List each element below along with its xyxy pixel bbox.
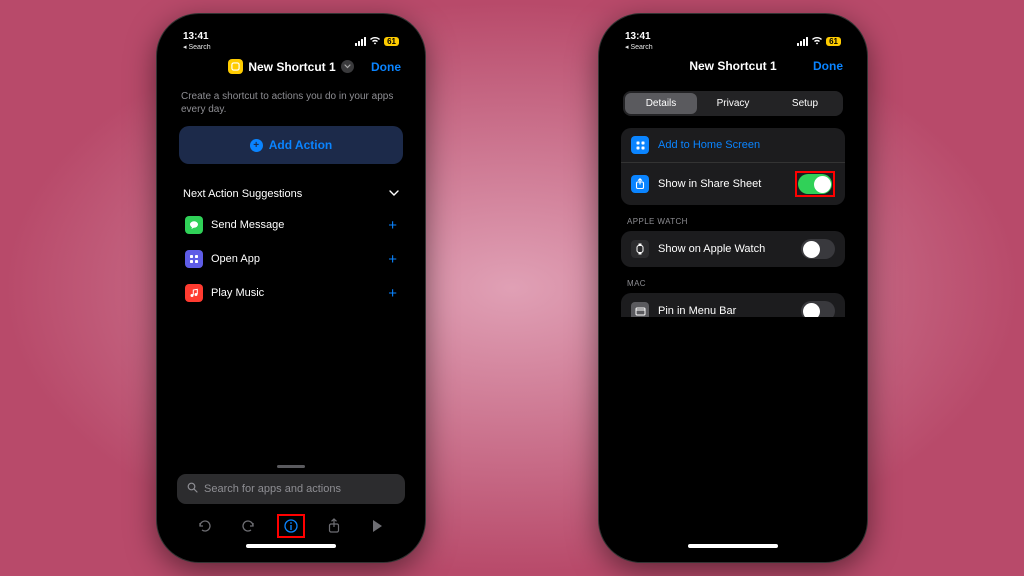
plus-circle-icon: + [250, 139, 263, 152]
menubar-icon [631, 302, 649, 317]
tab-privacy[interactable]: Privacy [697, 93, 769, 114]
pin-menu-toggle[interactable] [801, 301, 835, 317]
music-icon [185, 284, 203, 302]
share-button[interactable] [320, 514, 348, 538]
group-header-mac: MAC [621, 279, 845, 293]
tab-setup[interactable]: Setup [769, 93, 841, 114]
bottom-toolbar [177, 504, 405, 540]
back-to-search[interactable]: ◂ Search [183, 43, 211, 51]
add-icon[interactable]: + [388, 251, 397, 268]
search-icon [187, 482, 198, 496]
home-indicator[interactable] [688, 544, 778, 548]
row-label: Show in Share Sheet [658, 178, 786, 190]
drawer-grabber[interactable] [277, 465, 305, 468]
app-grid-icon [185, 250, 203, 268]
search-placeholder: Search for apps and actions [204, 483, 341, 495]
page-title: New Shortcut 1 [689, 59, 776, 73]
suggestion-row[interactable]: Send Message + [179, 208, 403, 242]
status-time: 13:41 [183, 31, 211, 42]
wifi-icon [369, 36, 381, 47]
row-label: Add to Home Screen [658, 139, 835, 151]
add-icon[interactable]: + [388, 285, 397, 302]
suggestion-label: Send Message [211, 219, 380, 231]
suggestions-header: Next Action Suggestions [183, 188, 302, 200]
home-indicator[interactable] [246, 544, 336, 548]
notch [688, 24, 778, 46]
back-to-search[interactable]: ◂ Search [625, 43, 653, 51]
row-label: Pin in Menu Bar [658, 305, 792, 317]
message-icon [185, 216, 203, 234]
suggestion-label: Open App [211, 253, 380, 265]
row-add-home[interactable]: Add to Home Screen [621, 128, 845, 162]
chevron-down-icon[interactable] [341, 60, 354, 73]
watch-icon [631, 240, 649, 258]
share-sheet-toggle[interactable] [798, 174, 832, 194]
share-sheet-toggle-highlight [795, 171, 835, 197]
row-share-sheet: Show in Share Sheet [621, 162, 845, 205]
row-pin-menu: Pin in Menu Bar [621, 293, 845, 317]
add-icon[interactable]: + [388, 217, 397, 234]
group-watch: Show on Apple Watch [621, 231, 845, 267]
group-mac: Pin in Menu Bar Receive What's Onscreen … [621, 293, 845, 317]
notch [246, 24, 336, 46]
suggestion-row[interactable]: Play Music + [179, 276, 403, 310]
screen-settings: 13:41 ◂ Search 61 New Shortcut 1 Done De… [609, 24, 857, 552]
watch-toggle[interactable] [801, 239, 835, 259]
undo-button[interactable] [191, 514, 219, 538]
group-header-watch: APPLE WATCH [621, 217, 845, 231]
add-action-label: Add Action [269, 138, 333, 152]
page-title: New Shortcut 1 [248, 60, 335, 74]
battery-indicator: 61 [384, 37, 399, 46]
row-label: Show on Apple Watch [658, 243, 792, 255]
nav-header: New Shortcut 1 Done [167, 51, 415, 82]
search-input[interactable]: Search for apps and actions [177, 474, 405, 504]
home-screen-icon [631, 136, 649, 154]
segmented-control: Details Privacy Setup [623, 91, 843, 116]
share-sheet-icon [631, 175, 649, 193]
tab-details[interactable]: Details [625, 93, 697, 114]
row-apple-watch: Show on Apple Watch [621, 231, 845, 267]
info-button[interactable] [277, 514, 305, 538]
suggestion-row[interactable]: Open App + [179, 242, 403, 276]
phone-settings: 13:41 ◂ Search 61 New Shortcut 1 Done De… [599, 14, 867, 562]
signal-icon [797, 37, 808, 46]
screen-editor: 13:41 ◂ Search 61 New Shortcut 1 [167, 24, 415, 552]
wifi-icon [811, 36, 823, 47]
suggestions-header-row[interactable]: Next Action Suggestions [179, 164, 403, 208]
chevron-down-icon [389, 188, 399, 200]
done-button[interactable]: Done [371, 60, 401, 74]
shortcut-app-icon [228, 59, 243, 74]
hint-text: Create a shortcut to actions you do in y… [179, 88, 403, 126]
status-time: 13:41 [625, 31, 653, 42]
signal-icon [355, 37, 366, 46]
group-general: Add to Home Screen Show in Share Sheet [621, 128, 845, 205]
battery-indicator: 61 [826, 37, 841, 46]
done-button[interactable]: Done [813, 59, 843, 73]
nav-header: New Shortcut 1 Done [609, 51, 857, 81]
phone-editor: 13:41 ◂ Search 61 New Shortcut 1 [157, 14, 425, 562]
play-button[interactable] [363, 514, 391, 538]
add-action-button[interactable]: + Add Action [179, 126, 403, 164]
suggestion-label: Play Music [211, 287, 380, 299]
redo-button[interactable] [234, 514, 262, 538]
